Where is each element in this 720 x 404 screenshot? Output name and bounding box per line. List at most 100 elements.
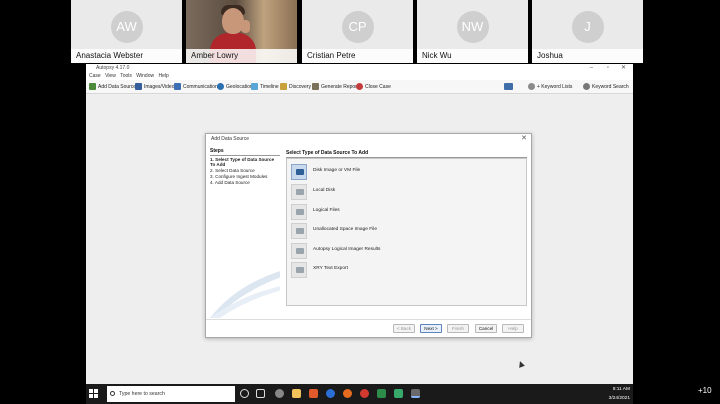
communications-label: Communications xyxy=(183,84,221,90)
mail-button[interactable] xyxy=(504,83,515,91)
option-logical-files[interactable]: Logical Files xyxy=(289,203,519,221)
option-label: Logical Files xyxy=(313,208,340,213)
windows-start-icon[interactable] xyxy=(89,389,99,399)
participant-name: Cristian Petre xyxy=(302,49,413,63)
more-participants-count[interactable]: +10 xyxy=(698,386,712,395)
window-title: Autopsy 4.17.0 xyxy=(96,65,130,71)
keyword-lists-button[interactable]: + Keyword Lists xyxy=(528,83,572,91)
person-hand xyxy=(241,20,250,33)
report-icon xyxy=(312,83,319,91)
chrome-icon[interactable] xyxy=(360,389,369,398)
clock-date: 3/24/2021 xyxy=(608,396,630,401)
search-placeholder: Type here to search xyxy=(119,391,165,397)
cancel-button[interactable]: Cancel xyxy=(475,324,497,333)
search-icon xyxy=(583,83,590,91)
meeting-screen: AW Anastacia Webster Amber Lowry CP Cris… xyxy=(0,0,720,404)
option-label: Unallocated Space Image File xyxy=(313,227,377,232)
file-explorer-icon[interactable] xyxy=(292,389,301,398)
autopsy-taskbar-icon[interactable] xyxy=(411,389,420,398)
menu-view[interactable]: View xyxy=(105,73,116,79)
clock-time: 8:11 AM xyxy=(612,387,630,392)
participant-strip: AW Anastacia Webster Amber Lowry CP Cris… xyxy=(70,0,650,64)
generate-report-button[interactable]: Generate Report xyxy=(312,83,358,91)
back-button[interactable]: < Back xyxy=(393,324,415,333)
participant-video-tile[interactable]: Amber Lowry xyxy=(186,0,297,63)
geolocation-icon xyxy=(217,83,224,91)
menu-window[interactable]: Window xyxy=(136,73,154,79)
option-xry-export[interactable]: XRY Text Export xyxy=(289,261,519,279)
step-label: Select Data Source xyxy=(215,168,255,173)
option-label: Disk Image or VM File xyxy=(313,168,361,173)
participant-name: Amber Lowry xyxy=(186,49,297,63)
option-label: Autopsy Logical Imager Results xyxy=(313,247,381,252)
discovery-icon xyxy=(280,83,287,91)
step-item: 2. Select Data Source xyxy=(210,168,280,173)
add-data-source-button[interactable]: Add Data Source xyxy=(89,83,136,91)
step-label: Configure Ingest Modules xyxy=(215,174,268,179)
images-videos-label: Images/Videos xyxy=(144,84,177,90)
participant-tile[interactable]: AW Anastacia Webster xyxy=(71,0,182,63)
store-icon[interactable] xyxy=(377,389,386,398)
step-label: Add Data Source xyxy=(214,180,250,185)
option-disk-image[interactable]: Disk Image or VM File xyxy=(289,163,519,181)
content-heading: Select Type of Data Source To Add xyxy=(286,150,527,158)
images-icon xyxy=(135,83,142,91)
disk-image-icon xyxy=(291,164,307,180)
close-icon[interactable]: ✕ xyxy=(621,64,626,73)
dialog-button-row: < Back Next > Finish Cancel Help xyxy=(206,319,531,338)
shared-screen: Autopsy 4.17.0 – ▫ ✕ Case View Tools Win… xyxy=(86,64,633,404)
menu-case[interactable]: Case xyxy=(89,73,101,79)
discovery-button[interactable]: Discovery xyxy=(280,83,311,91)
close-icon[interactable]: ✕ xyxy=(521,134,527,142)
envelope-icon xyxy=(504,83,513,91)
maximize-icon[interactable]: ▫ xyxy=(607,64,609,73)
keyword-lists-label: + Keyword Lists xyxy=(537,84,573,90)
system-tray-clock[interactable]: 8:11 AM 3/24/2021 xyxy=(609,385,630,403)
minimize-icon[interactable]: – xyxy=(590,64,593,73)
discovery-label: Discovery xyxy=(289,84,311,90)
step-number: 3. xyxy=(210,174,214,179)
brave-icon[interactable] xyxy=(309,389,318,398)
avatar: NW xyxy=(456,11,489,43)
step-number: 2. xyxy=(210,168,214,173)
avatar: J xyxy=(571,11,604,43)
steps-panel: Steps 1. Select Type of Data Source To A… xyxy=(210,148,280,318)
add-data-source-dialog: Add Data Source ✕ Steps 1. Select Type o… xyxy=(205,133,532,338)
cortana-icon[interactable] xyxy=(240,389,249,398)
next-button[interactable]: Next > xyxy=(420,324,442,333)
edge-icon[interactable] xyxy=(326,389,335,398)
close-case-label: Close Case xyxy=(365,84,391,90)
step-item: 4. Add Data Source xyxy=(210,180,280,185)
participant-tile[interactable]: NW Nick Wu xyxy=(417,0,528,63)
task-view-icon[interactable] xyxy=(256,389,265,398)
geolocation-label: Geolocation xyxy=(226,84,253,90)
keyword-search-label: Keyword Search xyxy=(592,84,629,90)
steps-heading: Steps xyxy=(210,148,280,156)
communications-button[interactable]: Communications xyxy=(174,83,220,91)
firefox-icon[interactable] xyxy=(343,389,352,398)
keyword-search-button[interactable]: Keyword Search xyxy=(583,83,629,91)
window-titlebar: Autopsy 4.17.0 – ▫ ✕ xyxy=(86,64,633,73)
close-case-button[interactable]: Close Case xyxy=(356,83,391,91)
menu-tools[interactable]: Tools xyxy=(120,73,132,79)
search-icon xyxy=(110,391,115,396)
timeline-button[interactable]: Timeline xyxy=(251,83,279,91)
option-local-disk[interactable]: Local Disk xyxy=(289,183,519,201)
participant-tile[interactable]: J Joshua xyxy=(532,0,643,63)
option-unallocated-space[interactable]: Unallocated Space Image File xyxy=(289,222,519,240)
participant-tile[interactable]: CP Cristian Petre xyxy=(302,0,413,63)
option-label: XRY Text Export xyxy=(313,266,348,271)
generate-report-label: Generate Report xyxy=(321,84,359,90)
add-icon xyxy=(89,83,96,91)
timeline-icon xyxy=(251,83,258,91)
taskbar-search-box[interactable]: Type here to search xyxy=(107,386,235,402)
taskbar-app-icon[interactable] xyxy=(394,389,403,398)
help-button[interactable]: Help xyxy=(502,324,524,333)
taskbar-app-icon[interactable] xyxy=(275,389,284,398)
geolocation-button[interactable]: Geolocation xyxy=(217,83,253,91)
option-logical-imager[interactable]: Autopsy Logical Imager Results xyxy=(289,242,519,260)
menu-help[interactable]: Help xyxy=(158,73,168,79)
finish-button[interactable]: Finish xyxy=(447,324,469,333)
images-videos-button[interactable]: Images/Videos xyxy=(135,83,177,91)
taskbar: Type here to search 8:11 AM 3/24/2021 xyxy=(86,384,633,404)
